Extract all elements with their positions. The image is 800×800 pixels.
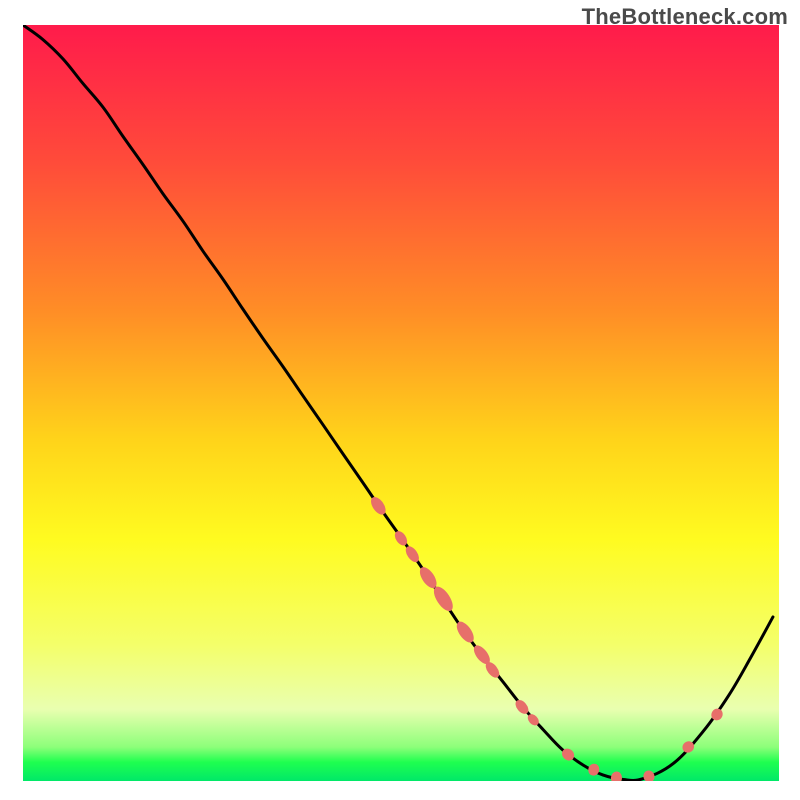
chart-background [23,25,779,781]
chart-stage: TheBottleneck.com [0,0,800,800]
bottleneck-chart [0,0,800,800]
